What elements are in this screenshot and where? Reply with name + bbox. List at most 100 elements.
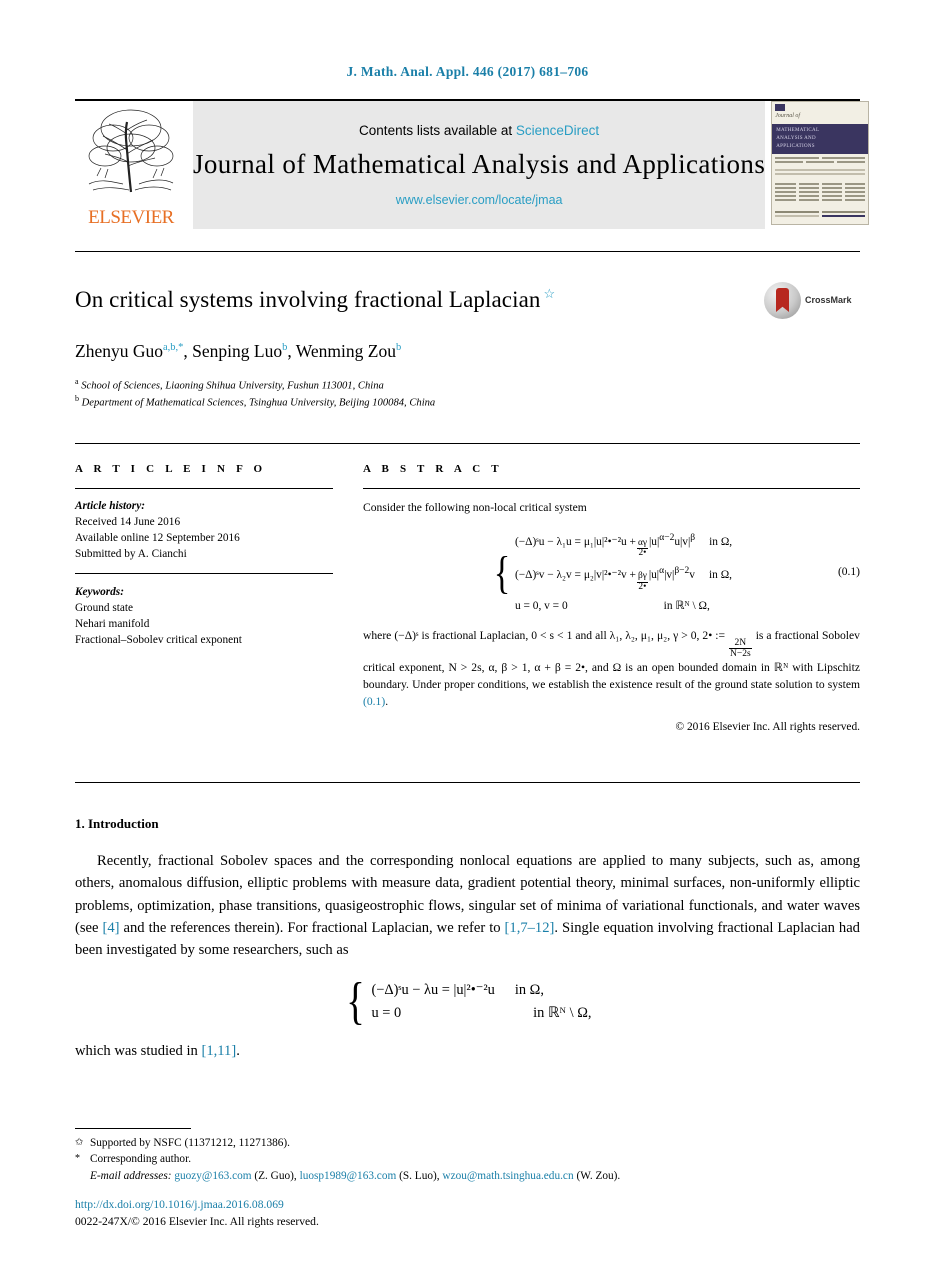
intro-paragraph-1: Recently, fractional Sobolev spaces and … [75, 850, 860, 962]
equation-line: (−Δ)ˢu − λ₁u = μ₁|u|²•⁻²u + αγ 2• |u|α−2u|… [515, 531, 732, 559]
citation-link[interactable]: [4] [102, 920, 119, 936]
paragraph-text-part: which was studied in [75, 1042, 202, 1059]
page-title: On critical systems involving fractional… [75, 286, 860, 315]
cover-image: Journal of MATHEMATICAL ANALYSIS AND APP… [771, 101, 870, 225]
article-info-column: A R T I C L E I N F O Article history: R… [75, 463, 333, 736]
abstract-label: A B S T R A C T [363, 462, 503, 475]
equation-lhs: (−Δ)ˢu − λ₁u = μ₁|u|²•⁻²u + [514, 535, 636, 548]
affiliation-item: a School of Sciences, Liaoning Shihua Un… [75, 376, 860, 394]
intro-paragraph-2: which was studied in [1,11]. [75, 1040, 860, 1062]
equation-lhs: (−Δ)ˢu − λu = |u|²•⁻²u [371, 981, 495, 998]
cover-band-line2: ANALYSIS AND [776, 136, 816, 141]
footnotes-block: ✩ Supported by NSFC (11371212, 11271386)… [75, 1127, 860, 1184]
fraction: βγ 2• [636, 571, 648, 593]
affiliation-mark: b [75, 394, 79, 404]
footnote-star-icon: ✩ [75, 1136, 84, 1148]
elsevier-wordmark: ELSEVIER [88, 207, 174, 228]
equation-line: (−Δ)ˢv − λ₂v = μ₂|v|²•⁻²v + βγ 2• |u|α|v|β… [515, 564, 732, 592]
author-name: Senping Luo [192, 340, 283, 361]
affiliation-item: b Department of Mathematical Sciences, T… [75, 393, 860, 411]
section-heading-introduction: 1. Introduction [75, 815, 159, 831]
email-link[interactable]: luosp1989@163.com [300, 1170, 397, 1182]
fraction-denominator: N−2s [730, 648, 751, 659]
issn-copyright-line: 0022-247X/© 2016 Elsevier Inc. All right… [75, 1214, 319, 1228]
title-footnote-star[interactable]: ☆ [544, 286, 556, 301]
elsevier-logo: ELSEVIER [75, 101, 187, 229]
cover-journal-word: Journal of [775, 113, 801, 119]
footnote-support: ✩ Supported by NSFC (11371212, 11271386)… [75, 1135, 860, 1151]
equation-condition: in ℝᴺ \ Ω, [663, 599, 710, 612]
email-addresses-line: E-mail addresses: guozy@163.com (Z. Guo)… [90, 1168, 860, 1184]
footnote-asterisk-icon: * [75, 1153, 80, 1165]
sciencedirect-link[interactable]: ScienceDirect [516, 123, 599, 138]
footnote-support-text: Supported by NSFC (11371212, 11271386). [90, 1136, 291, 1149]
email-link[interactable]: wzou@math.tsinghua.edu.cn [442, 1170, 573, 1182]
equation-condition: in Ω, [709, 568, 733, 581]
equation-rhs: |u|α−2u|v|β [648, 532, 696, 548]
affiliation-text: School of Sciences, Liaoning Shihua Univ… [81, 380, 384, 392]
abstract-text-part: where (−Δ)ˢ is fractional Laplacian, 0 <… [363, 629, 729, 643]
equation-lines: (−Δ)ˢu − λ₁u = μ₁|u|²•⁻²u + αγ 2• |u|α−2u|… [515, 531, 732, 615]
elsevier-tree-icon [83, 104, 179, 196]
equation-condition: in Ω, [709, 535, 733, 548]
journal-cover-thumbnail: Journal of MATHEMATICAL ANALYSIS AND APP… [771, 101, 871, 229]
email-owner: (W. Zou). [576, 1169, 621, 1182]
paragraph-text-part: and the references therein). For fractio… [119, 919, 505, 936]
equation-lhs: u = 0, v = 0 [514, 599, 568, 612]
equation-tag: (0.1) [837, 566, 860, 579]
journal-masthead: ELSEVIER Contents lists available at Sci… [75, 99, 870, 229]
info-abstract-section: A R T I C L E I N F O Article history: R… [75, 442, 860, 736]
paper-title-text: On critical systems involving fractional… [75, 287, 541, 312]
equation-condition: in Ω, [514, 981, 544, 998]
paragraph-text-part: . [236, 1042, 240, 1059]
keyword-item: Fractional–Sobolev critical exponent [75, 633, 242, 646]
footnote-corresponding-text: Corresponding author. [90, 1153, 192, 1166]
author-marks[interactable]: b [396, 342, 401, 353]
contents-available-line: Contents lists available at ScienceDirec… [359, 123, 599, 138]
journal-title: Journal of Mathematical Analysis and App… [193, 149, 766, 179]
doi-block: http://dx.doi.org/10.1016/j.jmaa.2016.08… [75, 1197, 319, 1230]
cover-title-band: MATHEMATICAL ANALYSIS AND APPLICATIONS [772, 124, 869, 154]
abstract-column: A B S T R A C T Consider the following n… [363, 463, 860, 736]
citation-link[interactable]: [1,11] [201, 1043, 236, 1059]
article-history-heading: Article history: [75, 499, 145, 512]
affiliation-list: a School of Sciences, Liaoning Shihua Un… [75, 376, 860, 411]
doi-link[interactable]: http://dx.doi.org/10.1016/j.jmaa.2016.08… [75, 1197, 319, 1213]
equation-reference-link[interactable]: (0.1) [363, 695, 385, 708]
equation-condition: in ℝᴺ \ Ω, [533, 1004, 592, 1021]
footnote-corresponding: * Corresponding author. [75, 1151, 860, 1167]
fraction-denominator: 2• [638, 581, 647, 592]
paper-page: J. Math. Anal. Appl. 446 (2017) 681–706 [0, 0, 935, 1266]
abstract-body: Consider the following non-local critica… [363, 489, 860, 736]
article-body: 1. Introduction Recently, fractional Sob… [75, 781, 860, 1062]
copyright-line: © 2016 Elsevier Inc. All rights reserved… [675, 721, 860, 734]
journal-url-link[interactable]: www.elsevier.com/locate/jmaa [396, 193, 563, 207]
author-marks[interactable]: b [282, 342, 287, 353]
equation-rhs: |u|α|v|β−2v [648, 566, 695, 581]
email-label: E-mail addresses: [90, 1169, 172, 1182]
cover-band-line3: APPLICATIONS [776, 144, 815, 149]
cover-body [772, 154, 868, 222]
equation-0-1: { (−Δ)ˢu − λ₁u = μ₁|u|²•⁻²u + αγ 2• |u|α−2… [363, 531, 860, 615]
email-link[interactable]: guozy@163.com [174, 1170, 251, 1182]
running-head: J. Math. Anal. Appl. 446 (2017) 681–706 [346, 64, 589, 79]
keywords-block: Keywords: Ground state Nehari manifold F… [75, 582, 333, 648]
equation-line: u = 0 in ℝᴺ \ Ω, [371, 1005, 591, 1022]
divider [75, 572, 333, 574]
keyword-item: Nehari manifold [75, 617, 150, 630]
equation-lines: (−Δ)ˢu − λu = |u|²•⁻²u in Ω, u = 0 in ℝᴺ \… [371, 982, 591, 1022]
equation-lhs: (−Δ)ˢv − λ₂v = μ₂|v|²•⁻²v + [514, 568, 636, 581]
author-name: Zhenyu Guo [75, 340, 163, 361]
keyword-item: Ground state [75, 601, 134, 614]
history-item: Available online 12 September 2016 [75, 531, 240, 544]
equation-line: u = 0, v = 0 in ℝᴺ \ Ω, [515, 598, 732, 615]
history-item: Submitted by A. Cianchi [75, 547, 187, 560]
fraction: αγ 2• [636, 538, 648, 560]
citation-link[interactable]: [1,7–12] [505, 920, 555, 936]
author-list: Zhenyu Guoa,b,*, Senping Luob, Wenming Z… [75, 340, 402, 361]
fraction: 2N N−2s [729, 638, 752, 659]
history-item: Received 14 June 2016 [75, 515, 181, 528]
crossmark-badge[interactable]: CrossMark [764, 280, 860, 320]
author-name: Wenming Zou [295, 340, 396, 361]
author-marks[interactable]: a,b,* [163, 342, 183, 353]
